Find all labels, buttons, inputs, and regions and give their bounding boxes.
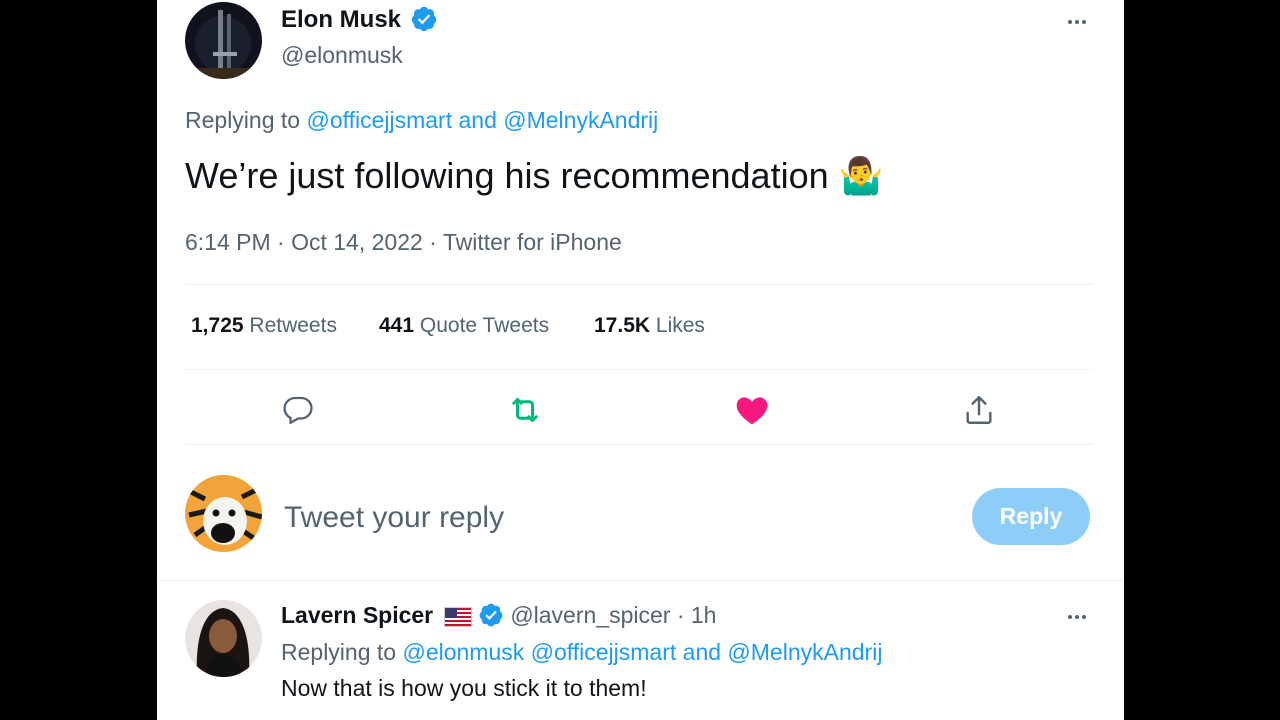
avatar-image — [185, 600, 262, 677]
reply-author-name[interactable]: Lavern Spicer — [281, 602, 433, 628]
replying-prefix: Replying to — [185, 107, 301, 133]
share-action-button[interactable] — [959, 390, 999, 430]
retweet-icon — [512, 398, 538, 422]
verified-badge-icon — [479, 603, 503, 627]
quotes-count: 441 — [379, 314, 415, 337]
author-name[interactable]: Elon Musk — [281, 6, 401, 33]
author-avatar[interactable] — [185, 2, 262, 79]
divider — [185, 284, 1092, 285]
divider — [157, 580, 1124, 581]
likes-label: Likes — [655, 314, 705, 337]
more-options-icon[interactable] — [1062, 12, 1092, 32]
divider — [185, 444, 1092, 445]
likes-count: 17.5K — [594, 314, 651, 337]
replying-to-line: Replying to @officejjsmart and @MelnykAn… — [185, 107, 658, 134]
reply-header-row: Lavern Spicer @lavern_spicer · 1h — [281, 602, 716, 629]
reply-replying-prefix: Replying to — [281, 639, 397, 665]
heart-icon — [736, 397, 768, 425]
avatar-image — [185, 475, 262, 552]
tweet-text-row: We’re just following his recommendation … — [185, 155, 883, 197]
tweet-text: We’re just following his recommendation — [185, 155, 829, 196]
share-icon — [966, 396, 992, 424]
us-flag-icon — [443, 606, 472, 627]
quote-tweets-stat[interactable]: 441 Quote Tweets — [379, 314, 549, 338]
more-options-icon[interactable] — [1062, 607, 1092, 627]
current-user-avatar[interactable] — [185, 475, 262, 552]
verified-badge-icon — [411, 6, 436, 31]
reply-time[interactable]: · 1h — [677, 602, 717, 628]
divider — [185, 369, 1092, 370]
reply-replying-to-line: Replying to @elonmusk @officejjsmart and… — [281, 639, 882, 666]
reply-tweet-text: Now that is how you stick it to them! — [281, 675, 647, 701]
tweet-reply-input[interactable]: Tweet your reply — [284, 496, 844, 540]
reply-button[interactable]: Reply — [972, 488, 1090, 545]
shrug-emoji: 🤷‍♂️ — [838, 155, 884, 196]
reply-action-button[interactable] — [278, 390, 318, 430]
author-name-row: Elon Musk — [281, 6, 438, 34]
retweets-label: Retweets — [249, 314, 337, 337]
retweets-stat[interactable]: 1,725 Retweets — [191, 314, 337, 338]
quotes-label: Quote Tweets — [419, 314, 550, 337]
retweets-count: 1,725 — [191, 314, 244, 337]
reply-author-handle[interactable]: @lavern_spicer — [510, 602, 670, 628]
tweet-timestamp[interactable]: 6:14 PM · Oct 14, 2022 · Twitter for iPh… — [185, 229, 622, 256]
tweet-detail-panel: Elon Musk @elonmusk Replying to @officej… — [157, 0, 1124, 720]
retweet-action-button[interactable] — [505, 390, 545, 430]
comment-icon — [283, 396, 313, 425]
likes-stat[interactable]: 17.5K Likes — [594, 314, 705, 338]
like-action-button[interactable] — [732, 390, 772, 430]
author-handle[interactable]: @elonmusk — [281, 42, 403, 69]
replying-to-link[interactable]: @officejjsmart and @MelnykAndrij — [306, 107, 658, 133]
avatar-image — [185, 2, 262, 79]
reply-author-avatar[interactable] — [185, 600, 262, 677]
reply-replying-to-link[interactable]: @elonmusk @officejjsmart and @MelnykAndr… — [402, 639, 882, 665]
